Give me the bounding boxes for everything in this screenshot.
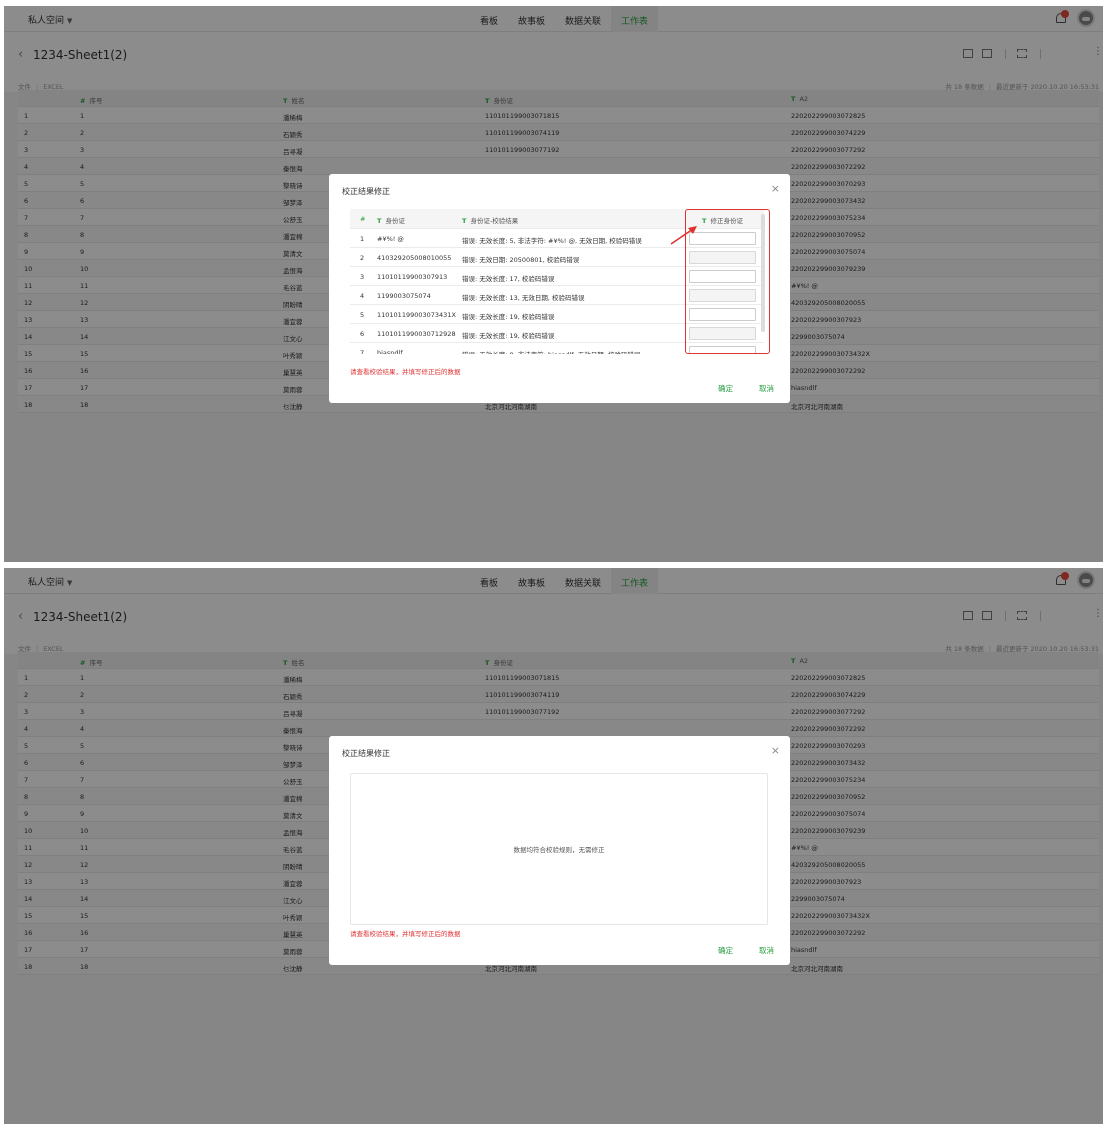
- row-check-result: 错误: 无效长度: 17, 校验码错误: [462, 275, 555, 283]
- row-id-card: 1101011990030712928: [377, 330, 456, 338]
- arrow-icon: [670, 226, 697, 245]
- close-icon[interactable]: ×: [771, 744, 780, 757]
- row-check-result: 错误: 无效长度: 8, 非法字符: hiasndlf, 无效日期, 校验码错误: [462, 349, 640, 354]
- row-id-card: 410329205008010055: [377, 254, 452, 262]
- row-check-result: 错误: 无效长度: 13, 无效日期, 校验码错误: [462, 294, 585, 302]
- confirm-button[interactable]: 确定: [718, 383, 733, 394]
- header-check-result-label: 身份证-校验结果: [470, 217, 519, 225]
- row-check-result: 错误: 无效长度: 19, 校验码错误: [462, 332, 555, 340]
- confirm-button[interactable]: 确定: [718, 945, 733, 956]
- row-index: 6: [360, 330, 365, 338]
- row-check-result: 错误: 无效长度: 19, 校验码错误: [462, 313, 555, 321]
- row-check-result: 错误: 无效长度: 5, 非法字符: #¥%! @, 无效日期, 校验码错误: [462, 237, 642, 245]
- row-index: 4: [360, 292, 365, 300]
- row-id-card: #¥%! @: [377, 235, 404, 243]
- header-index: #: [360, 215, 366, 223]
- correction-dialog-empty: 校正结果修正 × 数据均符合校验规则，无需修正 请查看校验结果，并填写修正后的数…: [329, 736, 790, 965]
- screenshot-with-corrections: 私人空间 ▼ 看板 故事板 数据关联 工作表 ‹ 1234-Sheet1(2) ⋮…: [4, 6, 1103, 562]
- empty-state: 数据均符合校验规则，无需修正: [350, 773, 768, 925]
- row-index: 5: [360, 311, 365, 319]
- dialog-title: 校正结果修正: [342, 749, 390, 758]
- dialog-title: 校正结果修正: [342, 187, 390, 196]
- header-id-card-label: 身份证: [385, 217, 405, 225]
- row-id-card: 110101199003073431X: [377, 311, 456, 319]
- header-check-result: T 身份证-校验结果: [462, 215, 518, 225]
- correction-dialog: 校正结果修正 × # T 身份证 T 身份证-校验结果 T 修正身份证 1 #¥%! @…: [329, 174, 790, 403]
- screenshot-no-corrections: 私人空间 ▼ 看板 故事板 数据关联 工作表 ‹ 1234-Sheet1(2) ⋮…: [4, 568, 1103, 1124]
- row-index: 3: [360, 273, 365, 281]
- row-check-result: 错误: 无效日期: 20500801, 校验码错误: [462, 256, 580, 264]
- text-type-icon: T: [462, 217, 467, 225]
- dialog-hint: 请查看校验结果，并填写修正后的数据: [350, 368, 461, 376]
- text-type-icon: T: [377, 217, 382, 225]
- row-index: 7: [360, 349, 365, 354]
- empty-message: 数据均符合校验规则，无需修正: [513, 846, 605, 854]
- row-index: 2: [360, 254, 365, 262]
- dialog-hint: 请查看校验结果，并填写修正后的数据: [350, 930, 461, 938]
- row-id-card: 11010119900307913: [377, 273, 448, 281]
- row-index: 1: [360, 235, 365, 243]
- cancel-button[interactable]: 取消: [759, 945, 774, 956]
- cancel-button[interactable]: 取消: [759, 383, 774, 394]
- header-id-card: T 身份证: [377, 215, 405, 225]
- row-id-card: hiasndlf: [377, 349, 403, 354]
- row-id-card: 1199003075074: [377, 292, 431, 300]
- close-icon[interactable]: ×: [771, 182, 780, 195]
